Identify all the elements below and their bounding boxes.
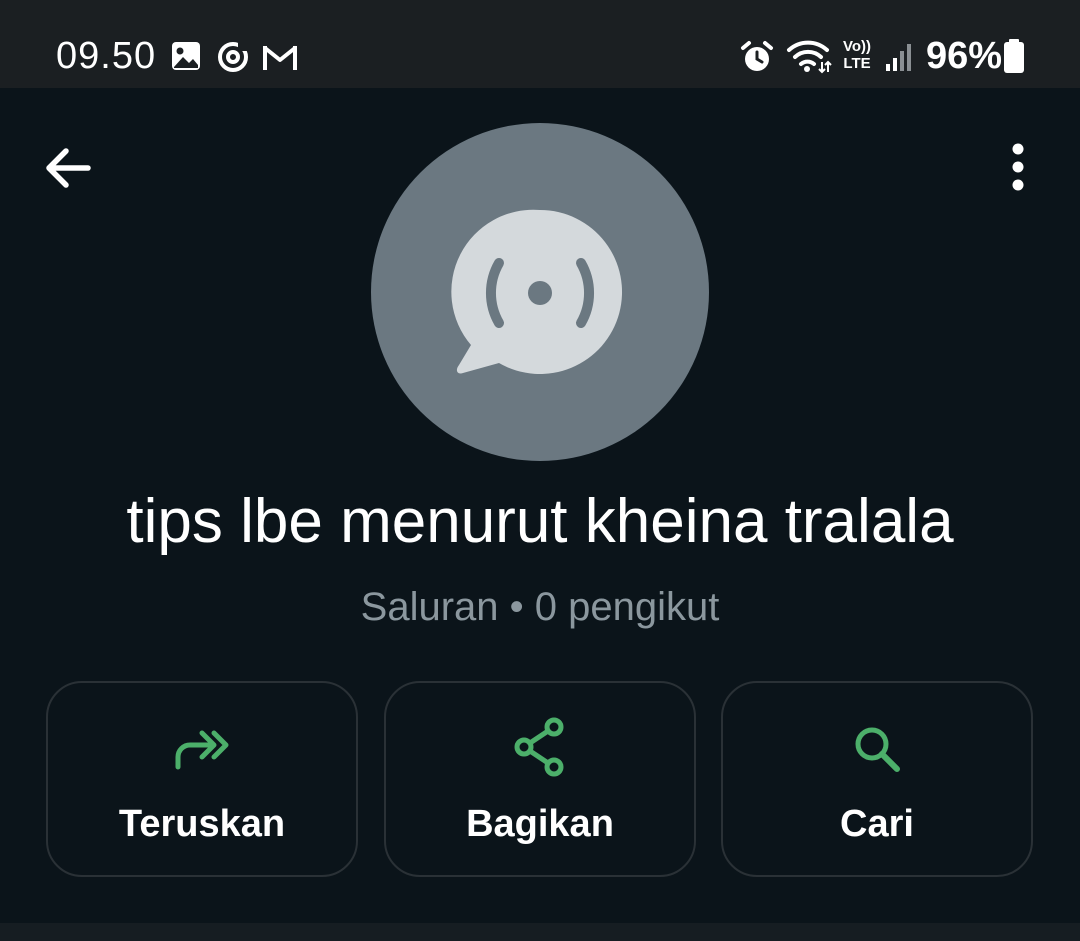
channel-avatar[interactable]	[371, 123, 709, 461]
search-button[interactable]: Cari	[721, 681, 1033, 877]
forward-button[interactable]: Teruskan	[46, 681, 358, 877]
channel-meta: Saluran • 0 pengikut	[360, 585, 720, 629]
status-bar: 09.50 Vo)) LTE 96%	[0, 0, 1080, 88]
more-options-button[interactable]	[998, 138, 1038, 198]
channel-name: tips lbe menurut kheina tralala	[126, 487, 954, 556]
share-icon	[514, 717, 564, 777]
alarm-icon	[741, 41, 773, 71]
search-icon	[855, 727, 900, 772]
gmail-notification-icon	[263, 46, 297, 70]
back-button[interactable]	[40, 138, 100, 198]
app-notification-icon	[218, 42, 248, 72]
lte-label: LTE	[843, 55, 871, 72]
forward-icon	[175, 730, 229, 770]
section-divider	[0, 923, 1080, 941]
battery-icon	[1004, 39, 1024, 73]
search-icon-wrapper	[723, 721, 1031, 777]
share-icon-wrapper	[386, 717, 694, 777]
wifi-icon	[787, 40, 832, 74]
signal-strength-icon	[886, 44, 911, 71]
forward-icon-wrapper	[48, 721, 356, 777]
forward-label: Teruskan	[118, 803, 286, 845]
arrow-left-icon	[46, 148, 91, 188]
search-label: Cari	[840, 803, 914, 845]
channel-broadcast-icon	[451, 209, 623, 374]
status-time: 09.50	[56, 35, 157, 77]
volte-indicator: Vo)) LTE	[840, 38, 874, 74]
volte-label: Vo))	[842, 38, 872, 55]
share-button[interactable]: Bagikan	[384, 681, 696, 877]
gallery-notification-icon	[172, 42, 200, 70]
share-label: Bagikan	[466, 803, 614, 845]
more-vertical-icon	[1012, 143, 1024, 191]
battery-percent: 96%	[926, 35, 1003, 77]
